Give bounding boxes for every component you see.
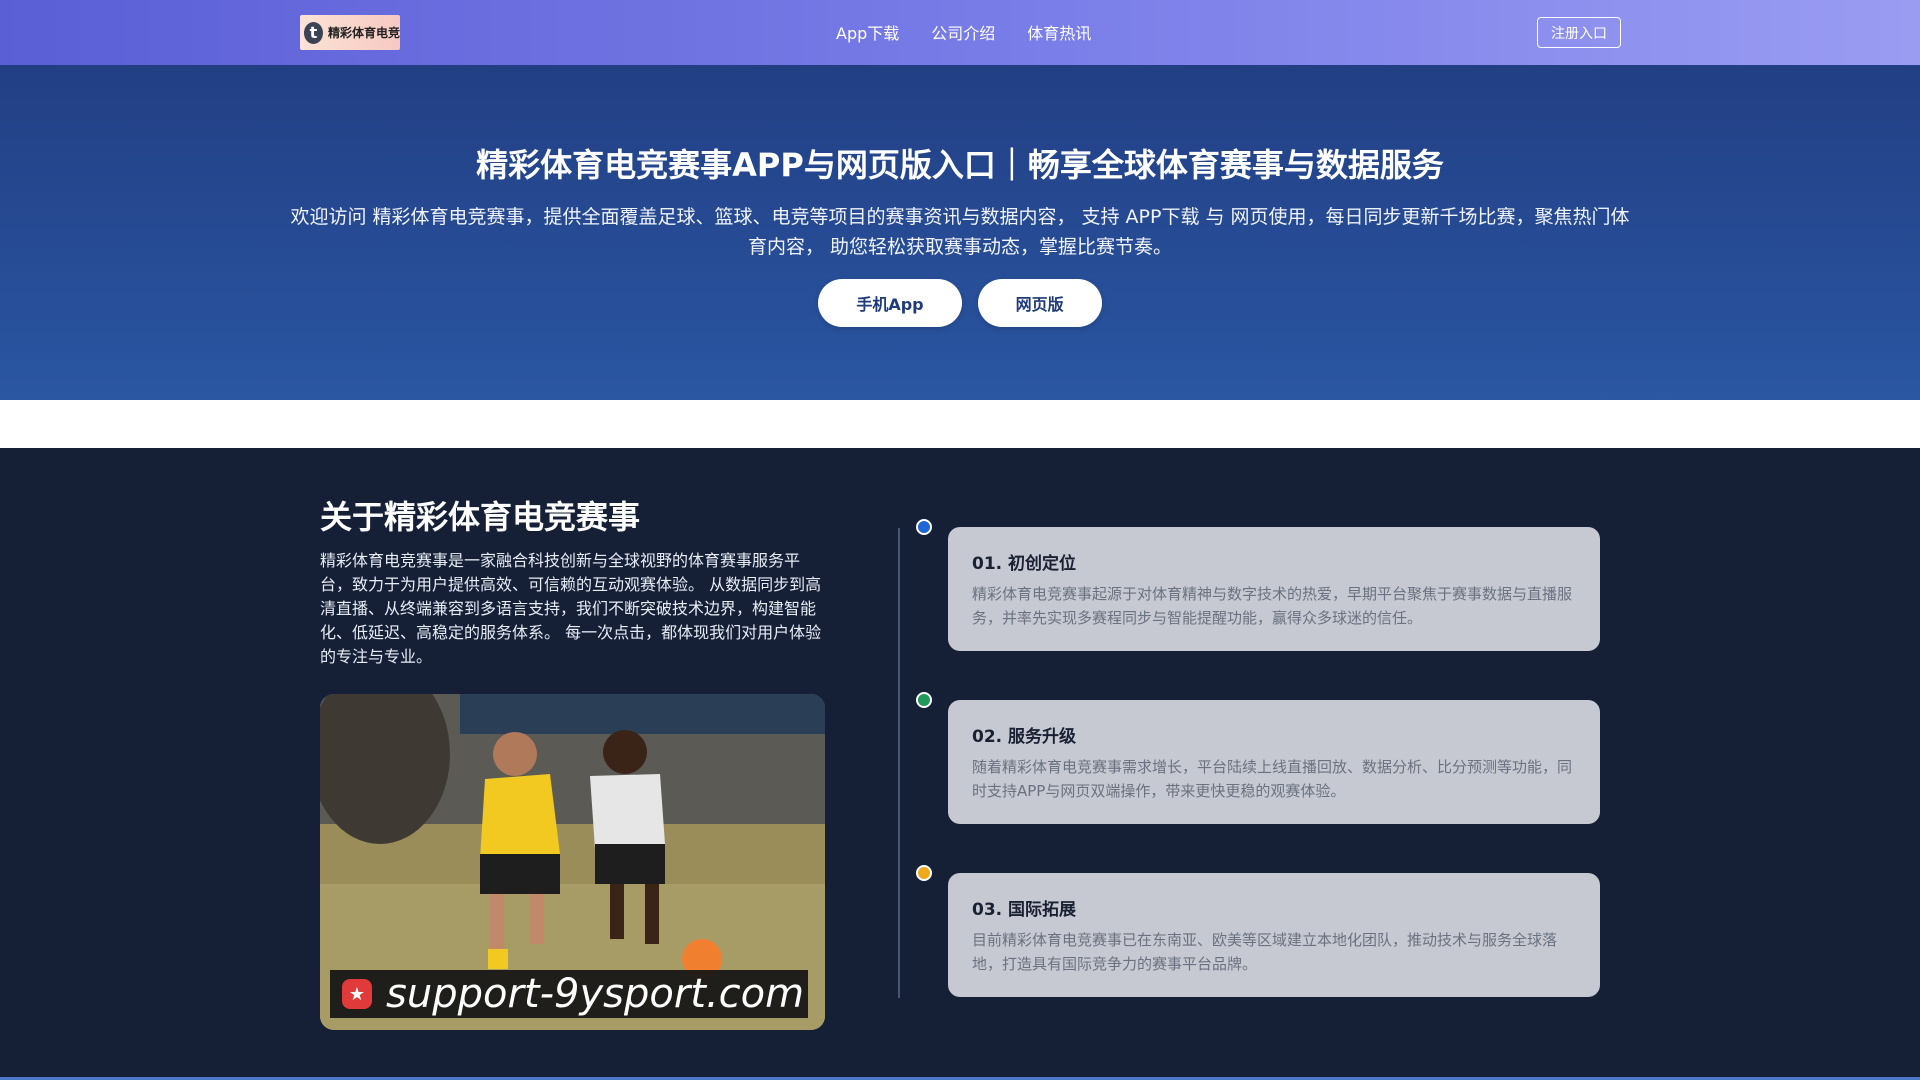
top-navbar: t 精彩体育电竞 App下载 公司介绍 体育热讯 注册入口: [0, 0, 1920, 65]
nav-sports-news[interactable]: 体育热讯: [1027, 20, 1091, 44]
nav-company-intro[interactable]: 公司介绍: [931, 20, 995, 44]
timeline-card-text: 目前精彩体育电竞赛事已在东南亚、欧美等区域建立本地化团队，推动技术与服务全球落地…: [972, 931, 1558, 973]
mobile-app-button[interactable]: 手机App: [818, 279, 962, 327]
timeline-card-2: 02. 服务升级 随着精彩体育电竞赛事需求增长，平台陆续上线直播回放、数据分析、…: [948, 700, 1600, 824]
timeline-card-text: 精彩体育电竞赛事起源于对体育精神与数字技术的热爱，早期平台聚焦于赛事数据与直播服…: [972, 585, 1573, 627]
nav-app-download[interactable]: App下载: [836, 20, 899, 44]
register-button[interactable]: 注册入口: [1537, 17, 1621, 48]
logo-mark-icon: t: [304, 21, 323, 44]
hero-title: 精彩体育电竞赛事APP与网页版入口｜畅享全球体育赛事与数据服务: [476, 146, 1444, 184]
star-badge-icon: ★: [342, 979, 372, 1009]
about-text: 精彩体育电竞赛事是一家融合科技创新与全球视野的体育赛事服务平台，致力于为用户提供…: [320, 551, 822, 666]
timeline-dot-1: [916, 519, 932, 535]
timeline-dot-3: [916, 865, 932, 881]
site-logo[interactable]: t 精彩体育电竞: [300, 15, 400, 50]
timeline-card-title: 03. 国际拓展: [972, 900, 1077, 920]
hero-wave: [0, 392, 1920, 400]
web-version-button[interactable]: 网页版: [977, 279, 1102, 327]
logo-text: 精彩体育电竞: [327, 26, 400, 40]
watermark-text: support-9ysport.com: [386, 971, 805, 1017]
timeline-card-text: 随着精彩体育电竞赛事需求增长，平台陆续上线直播回放、数据分析、比分预测等功能，同…: [972, 758, 1573, 800]
hero-buttons: 手机App 网页版: [0, 279, 1920, 327]
timeline-card-1: 01. 初创定位 精彩体育电竞赛事起源于对体育精神与数字技术的热爱，早期平台聚焦…: [948, 527, 1600, 651]
watermark-banner: ★ support-9ysport.com: [330, 970, 808, 1018]
timeline-card-3: 03. 国际拓展 目前精彩体育电竞赛事已在东南亚、欧美等区域建立本地化团队，推动…: [948, 873, 1600, 997]
hero-description: 欢迎访问 精彩体育电竞赛事，提供全面覆盖足球、篮球、电竞等项目的赛事资讯与数据内…: [290, 206, 1630, 258]
main-nav: App下载 公司介绍 体育热讯: [836, 20, 1091, 44]
timeline-dot-2: [916, 692, 932, 708]
timeline-line: [898, 528, 900, 998]
timeline-card-title: 02. 服务升级: [972, 727, 1077, 747]
timeline-card-title: 01. 初创定位: [972, 554, 1077, 574]
about-title: 关于精彩体育电竞赛事: [320, 498, 641, 536]
soccer-kids-photo: ★ support-9ysport.com: [320, 694, 825, 1030]
